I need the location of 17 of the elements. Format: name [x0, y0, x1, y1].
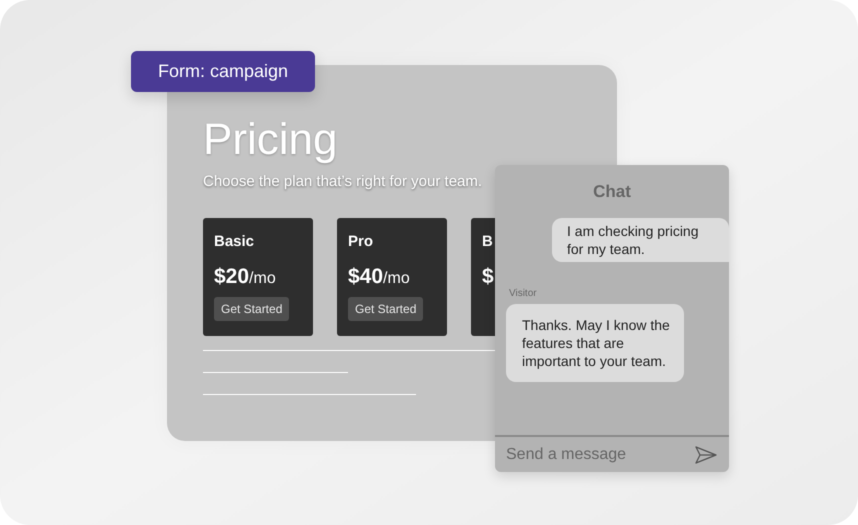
plan-price: $40/mo	[348, 264, 410, 290]
get-started-button[interactable]: Get Started	[348, 296, 424, 320]
pricing-subtitle: Choose the plan that’s right for your team.	[203, 172, 482, 192]
outgoing-message: I am checking pricing for my team.	[552, 218, 729, 262]
plan-name: Pro	[348, 232, 374, 250]
chat-title: Chat	[593, 181, 631, 203]
sender-label: Visitor	[509, 286, 537, 300]
plan-name: B	[482, 232, 493, 250]
plan-price: $	[482, 264, 494, 290]
plan-price: $20/mo	[214, 264, 276, 290]
incoming-message: Thanks. May I know the features that are important to your team.	[506, 304, 684, 382]
send-icon[interactable]	[695, 446, 717, 464]
pricing-title: Pricing	[203, 115, 338, 165]
badge: Form: campaign	[131, 51, 315, 92]
message-input[interactable]: Send a message	[506, 442, 695, 466]
get-started-button[interactable]: Get Started	[214, 296, 290, 320]
plan-name: Basic	[214, 232, 254, 250]
